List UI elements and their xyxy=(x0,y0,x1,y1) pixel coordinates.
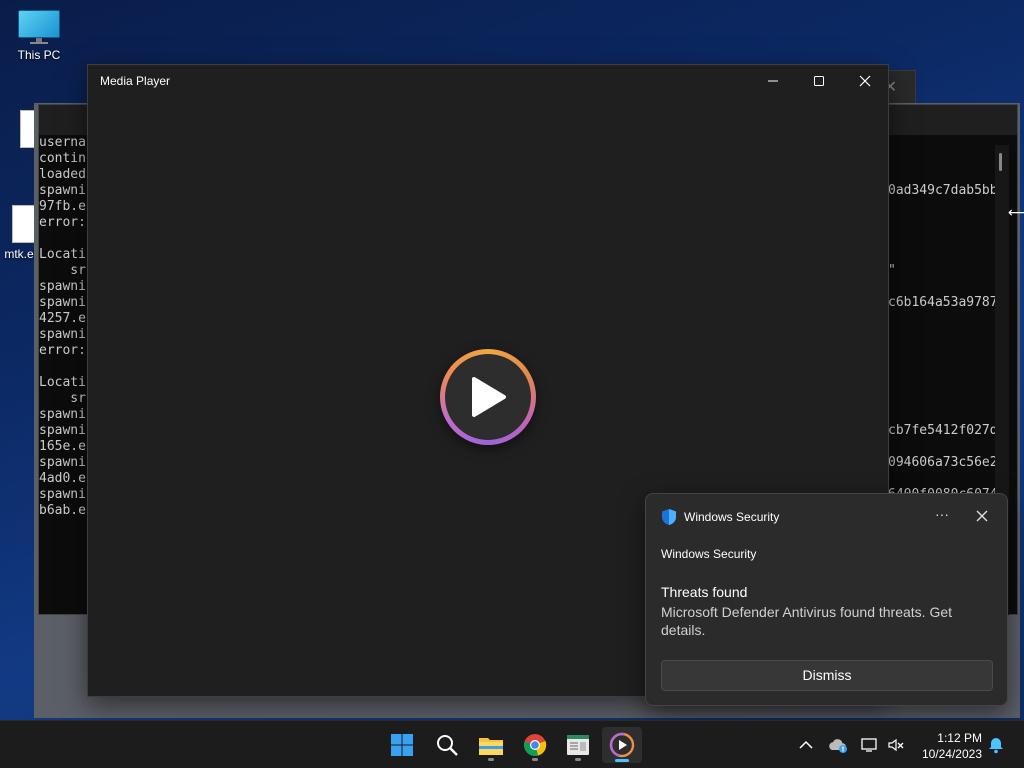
close-notification-button[interactable] xyxy=(970,504,994,528)
terminal-line: spawni xyxy=(39,295,86,310)
clock[interactable]: 1:12 PM 10/24/2023 xyxy=(912,730,982,762)
file-explorer-button[interactable] xyxy=(471,727,511,763)
terminal-output-left: userna contin loaded spawni 97fb.e error: Loc… xyxy=(39,135,86,519)
notification-body: Microsoft Defender Antivirus found threa… xyxy=(661,604,953,638)
network-icon xyxy=(861,738,877,752)
terminal-line: spawni xyxy=(39,183,86,198)
desktop-icon-this-pc[interactable]: This PC xyxy=(0,10,79,62)
security-tray-button[interactable] xyxy=(828,735,848,755)
terminal-output-right: 0ad349c7dab5bb " c6b164a53a9787 cb7fe541… xyxy=(888,135,998,519)
bell-icon xyxy=(989,738,1003,754)
chevron-up-icon xyxy=(799,740,813,749)
terminal-line: spawni xyxy=(39,423,86,438)
terminal-line: spawni xyxy=(39,327,86,342)
terminal-line: 094606a73c56e2 xyxy=(888,455,998,470)
terminal-line: spawni xyxy=(39,407,86,422)
terminal-line: Locati xyxy=(39,375,86,390)
window-title: Media Player xyxy=(100,74,171,88)
minimize-icon xyxy=(768,80,778,82)
minimize-button[interactable] xyxy=(750,65,796,97)
media-player-icon xyxy=(609,732,635,758)
more-options-button[interactable]: ··· xyxy=(928,504,956,528)
terminal-line: spawni xyxy=(39,487,86,502)
terminal-line: c6b164a53a9787 xyxy=(888,295,998,310)
volume-muted-icon xyxy=(888,738,904,752)
start-icon xyxy=(391,734,413,756)
notepad-button[interactable] xyxy=(558,727,598,763)
terminal-line: b6ab.e xyxy=(39,503,86,518)
notification-header: Windows Security xyxy=(661,547,757,561)
search-icon xyxy=(437,735,458,756)
maximize-button[interactable] xyxy=(796,65,842,97)
terminal-line: " xyxy=(888,263,896,278)
terminal-line: spawni xyxy=(39,279,86,294)
shield-icon xyxy=(662,509,676,525)
terminal-line: sr xyxy=(39,263,86,278)
terminal-line: spawni xyxy=(39,455,86,470)
chrome-icon xyxy=(523,734,547,757)
maximize-icon xyxy=(814,76,824,86)
terminal-line: cb7fe5412f027d xyxy=(888,423,998,438)
terminal-line: sr xyxy=(39,391,86,406)
chrome-button[interactable] xyxy=(515,727,555,763)
close-icon xyxy=(976,510,988,522)
terminal-line: error: xyxy=(39,215,86,230)
clock-date: 10/24/2023 xyxy=(921,747,982,761)
terminal-line: Locati xyxy=(39,247,86,262)
desktop-icon-label: This PC xyxy=(17,48,61,62)
terminal-line: 4257.e xyxy=(39,311,86,326)
close-icon xyxy=(859,75,871,87)
media-player-button[interactable] xyxy=(602,727,642,763)
terminal-line: contin xyxy=(39,151,86,166)
notification-title: Threats found xyxy=(661,584,748,600)
file-explorer-icon xyxy=(479,738,503,755)
play-icon xyxy=(472,377,506,417)
terminal-line: 0ad349c7dab5bb xyxy=(888,183,998,198)
close-button[interactable] xyxy=(842,65,888,97)
volume-button[interactable] xyxy=(886,735,906,755)
clock-time: 1:12 PM xyxy=(937,731,982,745)
taskbar: 1:12 PM 10/24/2023 xyxy=(0,720,1024,768)
terminal-line: userna xyxy=(39,135,86,150)
terminal-line: loaded xyxy=(39,167,86,182)
dismiss-button[interactable]: Dismiss xyxy=(661,660,993,691)
terminal-line: 97fb.e xyxy=(39,199,86,214)
notification-center-button[interactable] xyxy=(986,735,1006,755)
show-hidden-icons-button[interactable] xyxy=(796,735,816,755)
terminal-line: 165e.e xyxy=(39,439,86,454)
resize-cursor-icon: ⟵ xyxy=(1008,204,1024,220)
notepad-icon xyxy=(567,735,589,755)
cloud-alert-icon xyxy=(829,739,847,753)
start-button[interactable] xyxy=(382,727,422,763)
play-button[interactable] xyxy=(440,349,536,445)
network-button[interactable] xyxy=(860,735,880,755)
notification-app-name: Windows Security xyxy=(684,510,780,524)
this-pc-icon xyxy=(18,10,60,44)
terminal-line: 4ad0.e xyxy=(39,471,86,486)
search-button[interactable] xyxy=(427,727,467,763)
notification-toast[interactable]: Windows Security ··· Windows Security Th… xyxy=(645,493,1008,706)
terminal-line: error: xyxy=(39,343,86,358)
